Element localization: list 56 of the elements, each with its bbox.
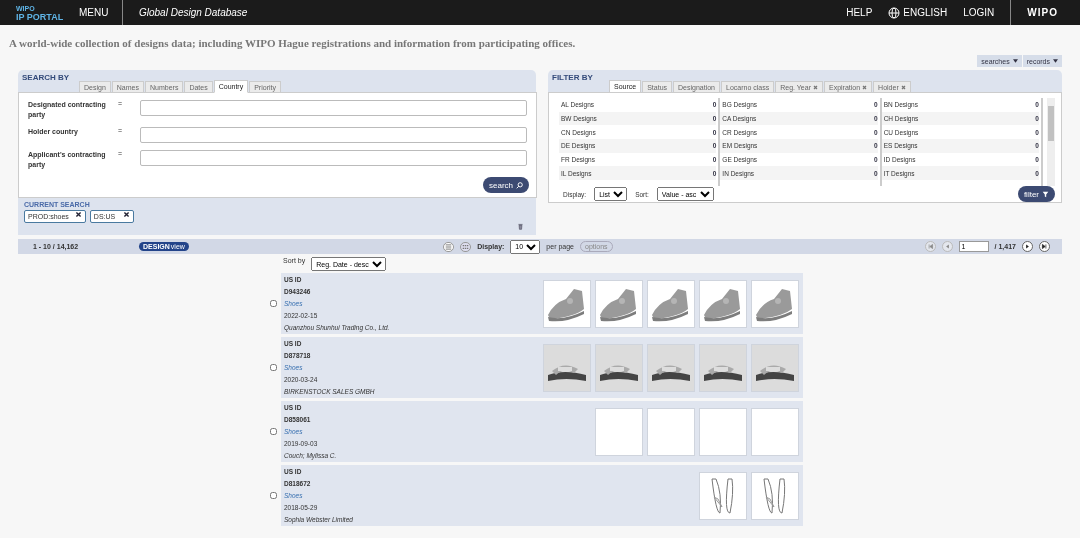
record-checkbox[interactable] <box>270 492 277 499</box>
next-arrow-icon <box>1024 243 1031 250</box>
next-page-button[interactable] <box>1022 241 1033 252</box>
app-title: Global Design Database <box>139 7 249 18</box>
prev-arrow-icon <box>943 243 951 250</box>
caret-icon <box>1012 59 1018 63</box>
input-field[interactable] <box>140 100 527 116</box>
remove-icon <box>74 211 82 218</box>
close-icon <box>862 84 868 90</box>
panel-title: FILTER BY <box>552 73 594 82</box>
filter-button[interactable]: filter <box>1017 186 1055 202</box>
design-thumbnail[interactable] <box>751 472 799 520</box>
last-page-button[interactable] <box>1039 241 1050 252</box>
list-icon <box>445 243 453 250</box>
design-thumbnail[interactable] <box>647 280 695 328</box>
design-thumbnail[interactable] <box>543 344 591 392</box>
design-thumbnail[interactable] <box>543 280 591 328</box>
design-thumbnail[interactable] <box>699 280 747 328</box>
tagline: A world-wide collection of designs data; including WIPO Hague registrations and information from participating offices. <box>8 36 577 51</box>
header-link[interactable]: HELP <box>846 7 873 18</box>
blank-thumbnail[interactable] <box>699 408 747 456</box>
funnel-icon <box>1042 190 1049 198</box>
trash-icon <box>517 223 524 230</box>
design-thumbnail[interactable] <box>699 472 747 520</box>
globe-icon <box>888 6 901 19</box>
blank-thumbnail[interactable] <box>751 408 799 456</box>
scrollbar[interactable] <box>1047 98 1055 186</box>
record-checkbox[interactable] <box>270 364 277 371</box>
header-link[interactable]: LOGIN <box>963 7 995 18</box>
brand-logo[interactable]: WIPO <box>1010 0 1080 25</box>
language-link[interactable]: ENGLISH <box>888 6 948 19</box>
design-thumbnail[interactable] <box>699 344 747 392</box>
input-field[interactable] <box>140 127 527 143</box>
design-thumbnail[interactable] <box>751 344 799 392</box>
design-thumbnail[interactable] <box>595 280 643 328</box>
design-thumbnail[interactable] <box>647 344 695 392</box>
grid-view-button[interactable] <box>460 241 472 252</box>
list-view-button[interactable] <box>443 241 455 252</box>
design-thumbnail[interactable] <box>751 280 799 328</box>
record-checkbox[interactable] <box>270 428 277 435</box>
close-icon <box>900 84 906 90</box>
panel-title: SEARCH BY <box>22 73 71 82</box>
close-icon <box>812 84 818 90</box>
design-thumbnail[interactable] <box>595 344 643 392</box>
record-checkbox[interactable] <box>270 300 277 307</box>
blank-thumbnail[interactable] <box>647 408 695 456</box>
blank-thumbnail[interactable] <box>595 408 643 456</box>
caret-icon <box>1053 59 1058 63</box>
search-button[interactable]: search <box>483 177 529 193</box>
first-arrow-icon <box>926 243 934 250</box>
input-field[interactable] <box>140 150 527 166</box>
remove-icon <box>122 211 130 218</box>
grid-icon <box>462 243 470 250</box>
last-arrow-icon <box>1041 243 1048 250</box>
menu-link[interactable]: MENU <box>79 7 122 18</box>
search-icon <box>516 181 523 189</box>
